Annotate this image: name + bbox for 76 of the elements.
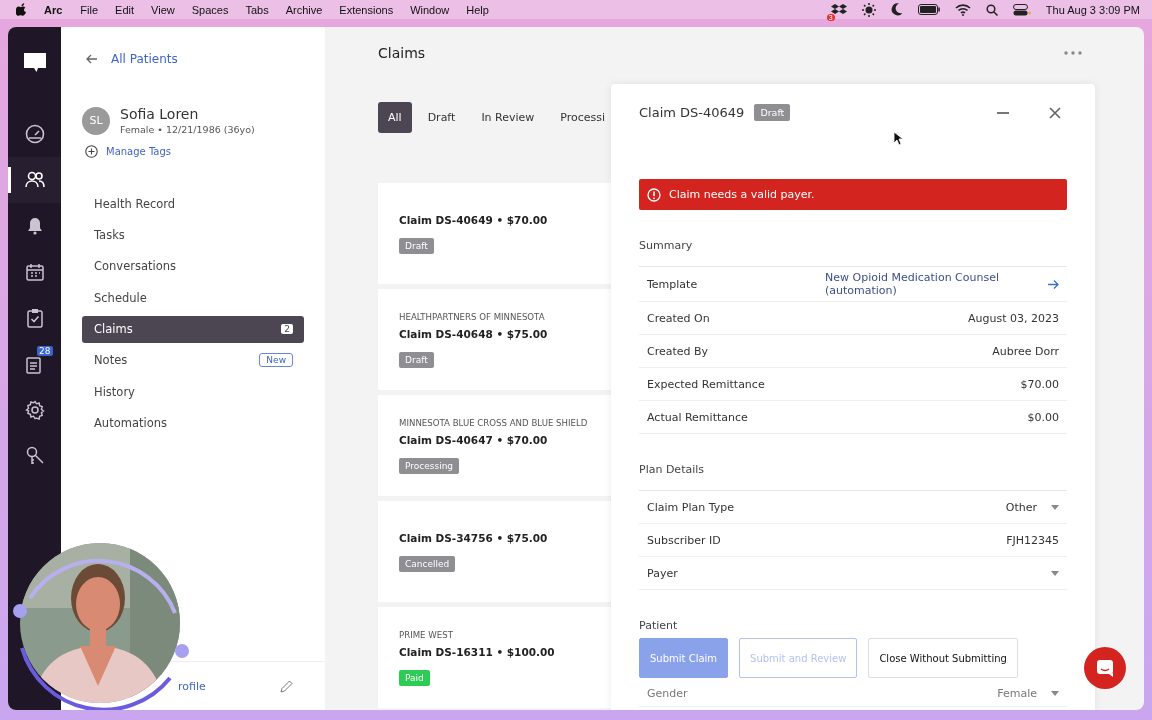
claim-card[interactable]: MINNESOTA BLUE CROSS AND BLUE SHIELD Claim DS-40647 • $70.00 Processing bbox=[378, 395, 611, 496]
menu-item[interactable]: File bbox=[80, 3, 99, 16]
status-tag: Draft bbox=[399, 237, 434, 254]
clock[interactable]: Thu Aug 3 3:09 PM bbox=[1045, 3, 1140, 16]
nav-item[interactable]: Automations bbox=[82, 409, 304, 437]
filter-tab[interactable]: In Review bbox=[471, 102, 545, 133]
payer-name: PRIME WEST bbox=[399, 629, 453, 640]
template-link[interactable]: New Opioid Medication Counsel (automation) bbox=[825, 267, 1040, 301]
field-value: $70.00 bbox=[1020, 377, 1059, 391]
claim-card[interactable]: PRIME WEST Claim DS-16311 • $100.00 Paid bbox=[378, 607, 611, 708]
nav-item[interactable]: Conversations bbox=[82, 252, 304, 280]
field-label: Template bbox=[647, 277, 699, 291]
claim-card[interactable]: Claim DS-34756 • $75.00 Cancelled bbox=[378, 501, 611, 602]
payer-name: HEALTHPARTNERS OF MINNESOTA bbox=[399, 311, 545, 322]
status-tag: Cancelled bbox=[399, 555, 456, 572]
status-tag: Draft bbox=[754, 104, 791, 121]
profile-link[interactable]: rofile bbox=[178, 679, 206, 693]
menu-item[interactable]: Spaces bbox=[191, 3, 229, 16]
select-value[interactable]: Female bbox=[997, 686, 1037, 700]
field-label: Claim Plan Type bbox=[647, 500, 735, 514]
page-title: Claims bbox=[378, 45, 426, 61]
error-message: Claim needs a valid payer. bbox=[669, 188, 815, 201]
action-button[interactable]: Close Without Submitting bbox=[868, 638, 1018, 678]
new-badge: New bbox=[259, 353, 293, 368]
nav-item[interactable]: History bbox=[82, 378, 304, 406]
app-menu[interactable]: Arc bbox=[44, 3, 63, 16]
status-tag: Paid bbox=[399, 669, 430, 686]
section-heading: Patient bbox=[639, 619, 679, 634]
status-tag: Draft bbox=[399, 351, 434, 368]
section-heading: Summary bbox=[639, 239, 1067, 267]
claim-title: Claim DS-40647 • $70.00 bbox=[399, 433, 548, 446]
nav-item[interactable]: Health Record bbox=[82, 190, 304, 217]
menu-item[interactable]: Extensions bbox=[339, 3, 394, 16]
field-value: Aubree Dorr bbox=[992, 344, 1059, 358]
field-label: Gender bbox=[647, 686, 689, 700]
claim-title: Claim DS-40648 • $75.00 bbox=[399, 327, 548, 340]
manage-tags-link[interactable]: Manage Tags bbox=[106, 146, 172, 157]
avatar: SL bbox=[82, 106, 110, 135]
all-patients-link[interactable]: All Patients bbox=[111, 52, 178, 66]
field-value: $0.00 bbox=[1027, 410, 1059, 424]
menu-item[interactable]: Tabs bbox=[245, 3, 269, 16]
claim-card[interactable]: Claim DS-40649 • $70.00 Draft bbox=[378, 183, 611, 284]
rail-item[interactable]: 28 bbox=[8, 341, 61, 387]
claim-title: Claim DS-34756 • $75.00 bbox=[399, 531, 548, 544]
claim-title: Claim DS-16311 • $100.00 bbox=[399, 645, 555, 658]
field-label: Created By bbox=[647, 344, 710, 358]
field-label: Payer bbox=[647, 566, 679, 580]
field-label: Subscriber ID bbox=[647, 533, 722, 547]
claim-card[interactable]: HEALTHPARTNERS OF MINNESOTA Claim DS-40648 • $75.00 Draft bbox=[378, 289, 611, 390]
select-value[interactable]: Other bbox=[1005, 500, 1037, 514]
filter-tab[interactable]: Draft bbox=[417, 102, 466, 133]
payer-name: MINNESOTA BLUE CROSS AND BLUE SHIELD bbox=[399, 417, 588, 428]
nav-item[interactable]: Claims 2 bbox=[82, 315, 304, 343]
menu-item[interactable]: Edit bbox=[115, 3, 135, 16]
claim-title: Claim DS-40649 bbox=[639, 105, 745, 120]
count-badge: 2 bbox=[281, 324, 293, 335]
nav-item[interactable]: Tasks bbox=[82, 221, 304, 249]
claim-title: Claim DS-40649 • $70.00 bbox=[399, 213, 548, 226]
status-tag: Processing bbox=[399, 457, 460, 474]
nav-item[interactable]: Schedule bbox=[82, 284, 304, 312]
field-label: Expected Remittance bbox=[647, 377, 766, 391]
field-label: Actual Remittance bbox=[647, 410, 749, 424]
filter-tab[interactable]: Processi bbox=[550, 102, 616, 133]
count-badge: 28 bbox=[37, 346, 53, 356]
menu-item[interactable]: Window bbox=[410, 3, 450, 16]
menu-item[interactable]: View bbox=[151, 3, 175, 16]
patient-name: Sofia Loren bbox=[120, 106, 200, 122]
nav-item[interactable]: Notes New bbox=[82, 346, 304, 374]
filter-tab[interactable]: All bbox=[378, 102, 412, 133]
field-value: August 03, 2023 bbox=[968, 311, 1059, 325]
field-label: Created On bbox=[647, 311, 711, 325]
menu-item[interactable]: Help bbox=[466, 3, 489, 16]
menu-item[interactable]: Archive bbox=[285, 3, 323, 16]
section-heading: Plan Details bbox=[639, 463, 1067, 491]
field-value: FJH12345 bbox=[1006, 533, 1059, 547]
patient-details: Female • 12/21/1986 (36yo) bbox=[120, 124, 255, 135]
